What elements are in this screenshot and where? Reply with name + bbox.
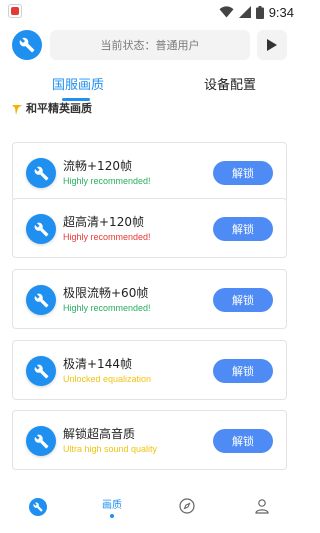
unlock-button[interactable]: 解锁 bbox=[213, 217, 273, 241]
compass-icon bbox=[179, 498, 195, 514]
tab-bar: 国服画质 设备配置 bbox=[0, 68, 300, 102]
card-icon bbox=[26, 426, 56, 456]
card-subtitle: Ultra high sound quality bbox=[63, 444, 158, 454]
card-title: 极清+144帧 bbox=[63, 357, 132, 371]
card-subtitle: Unlocked equalization bbox=[63, 374, 152, 384]
nav-home[interactable] bbox=[18, 488, 58, 528]
unlock-button[interactable]: 解锁 bbox=[213, 429, 273, 453]
card-icon bbox=[26, 356, 56, 386]
nav-profile[interactable] bbox=[242, 488, 282, 528]
status-time: 9:34 bbox=[268, 4, 294, 20]
unlock-button[interactable]: 解锁 bbox=[213, 161, 273, 185]
header-row: 当前状态：普通用户 bbox=[0, 28, 300, 62]
card-icon bbox=[26, 285, 56, 315]
card-title: 极限流畅+60帧 bbox=[63, 286, 149, 300]
card-subtitle: Highly recommended! bbox=[63, 303, 151, 313]
nav-quality-label: 画质 bbox=[102, 500, 122, 511]
nav-home-icon-wrap bbox=[29, 498, 47, 516]
wrench-icon bbox=[34, 166, 48, 180]
wrench-icon bbox=[33, 502, 43, 512]
card-subtitle: Highly recommended! bbox=[63, 232, 151, 242]
quality-card: 流畅+120帧 Highly recommended! 解锁 bbox=[12, 142, 287, 202]
battery-icon bbox=[255, 5, 264, 19]
wrench-icon bbox=[34, 222, 48, 236]
notification-app-icon bbox=[8, 4, 22, 18]
unlock-button[interactable]: 解锁 bbox=[213, 288, 273, 312]
nav-discover[interactable] bbox=[167, 488, 207, 528]
section-header: 和平精英画质 bbox=[12, 102, 92, 118]
play-icon bbox=[267, 39, 277, 51]
section-title: 和平精英画质 bbox=[26, 102, 92, 115]
card-subtitle: Highly recommended! bbox=[63, 176, 151, 186]
quality-card: 超高清+120帧 Highly recommended! 解锁 bbox=[12, 198, 287, 258]
active-tab-indicator bbox=[62, 98, 90, 101]
user-status-field: 当前状态：普通用户 bbox=[50, 30, 250, 60]
unlock-button[interactable]: 解锁 bbox=[213, 359, 273, 383]
wifi-icon bbox=[219, 6, 234, 18]
status-icons: 9:34 bbox=[219, 3, 294, 21]
quality-card: 极限流畅+60帧 Highly recommended! 解锁 bbox=[12, 269, 287, 329]
card-title: 超高清+120帧 bbox=[63, 215, 144, 229]
cell-signal-icon bbox=[238, 6, 251, 18]
nav-active-dot bbox=[110, 514, 114, 518]
quality-card: 解锁超高音质 Ultra high sound quality 解锁 bbox=[12, 410, 287, 470]
card-icon bbox=[26, 158, 56, 188]
tab-device-config[interactable]: 设备配置 bbox=[204, 74, 256, 93]
card-title: 流畅+120帧 bbox=[63, 159, 132, 173]
tab-cn-quality[interactable]: 国服画质 bbox=[52, 74, 104, 93]
user-icon bbox=[255, 499, 269, 514]
wrench-icon bbox=[19, 37, 35, 53]
bottom-nav: 画质 bbox=[0, 488, 300, 528]
card-title: 解锁超高音质 bbox=[63, 427, 136, 441]
wrench-icon bbox=[34, 364, 48, 378]
status-bar: 9:34 bbox=[0, 0, 300, 24]
quality-card: 极清+144帧 Unlocked equalization 解锁 bbox=[12, 340, 287, 400]
card-icon bbox=[26, 214, 56, 244]
wrench-icon bbox=[34, 434, 48, 448]
play-button[interactable] bbox=[257, 30, 287, 60]
nav-quality[interactable]: 画质 bbox=[92, 488, 132, 528]
user-status-text: 当前状态：普通用户 bbox=[100, 39, 200, 52]
flag-icon bbox=[12, 105, 22, 115]
app-icon-button[interactable] bbox=[12, 30, 42, 60]
wrench-icon bbox=[34, 293, 48, 307]
